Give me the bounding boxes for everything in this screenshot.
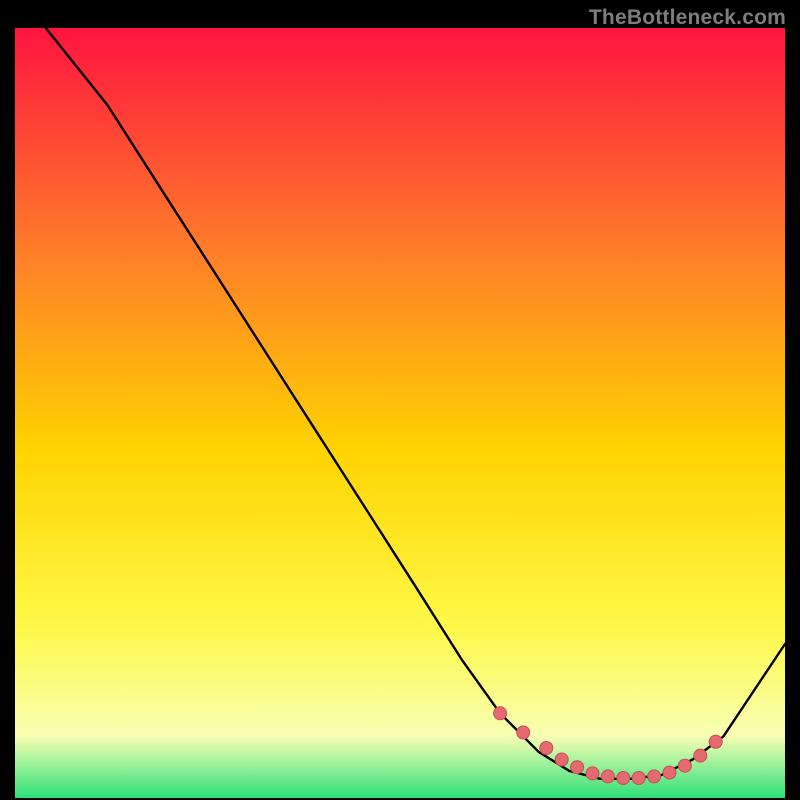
sweet-spot-dot <box>586 767 599 780</box>
sweet-spot-dot <box>571 761 584 774</box>
plot-area <box>15 28 785 798</box>
sweet-spot-dot <box>540 742 553 755</box>
sweet-spot-dot <box>517 726 530 739</box>
sweet-spot-dot <box>663 766 676 779</box>
sweet-spot-dot <box>694 749 707 762</box>
sweet-spot-dot <box>555 753 568 766</box>
sweet-spot-dot <box>709 735 722 748</box>
sweet-spot-dot <box>617 772 630 785</box>
sweet-spot-dot <box>648 770 661 783</box>
gradient-bg <box>15 28 785 798</box>
sweet-spot-dot <box>632 772 645 785</box>
chart-stage: TheBottleneck.com <box>0 0 800 800</box>
sweet-spot-dot <box>494 707 507 720</box>
sweet-spot-dot <box>678 759 691 772</box>
plot-svg <box>15 28 785 798</box>
sweet-spot-dot <box>601 770 614 783</box>
watermark-text: TheBottleneck.com <box>589 6 786 30</box>
